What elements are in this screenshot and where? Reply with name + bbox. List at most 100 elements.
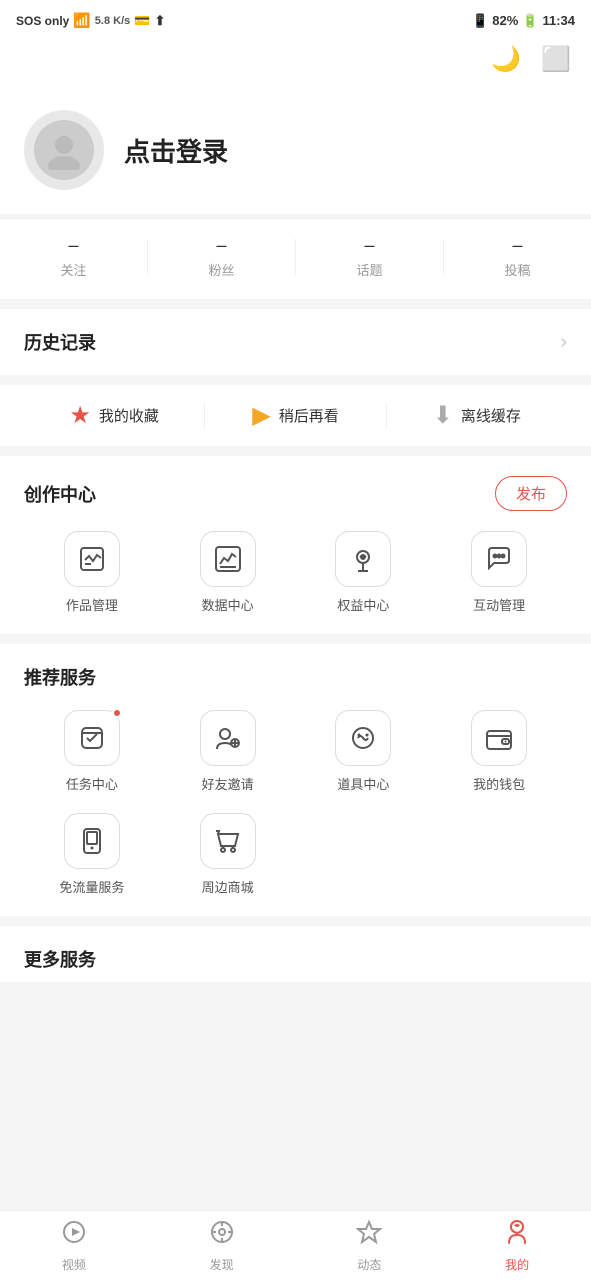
stat-topic-num: – [296,235,443,256]
night-mode-icon[interactable]: 🌙 [491,45,521,74]
task-icon [64,710,120,766]
task-badge [112,708,122,718]
traffic-label: 免流量服务 [59,877,124,896]
props-icon [335,710,391,766]
stat-post[interactable]: – 投稿 [444,235,591,279]
rights-label: 权益中心 [337,595,389,614]
more-section: 更多服务 [0,926,591,982]
traffic-icon [64,813,120,869]
service-item-invite[interactable]: 好友邀请 [160,710,296,793]
invite-label: 好友邀请 [202,774,254,793]
service-item-traffic[interactable]: 免流量服务 [24,813,160,896]
stat-follow-label: 关注 [0,260,147,279]
works-icon [64,531,120,587]
star-icon: ★ [69,401,91,430]
stat-post-label: 投稿 [444,260,591,279]
nav-video-label: 视频 [62,1256,86,1273]
task-label: 任务中心 [66,774,118,793]
creation-grid: 作品管理 数据中心 权益中心 [24,531,567,614]
status-bar: SOS only 📶 5.8 K/s 💳 ⬆ 📱 82% 🔋 11:34 [0,0,591,37]
invite-icon-wrap [200,710,256,766]
stats-section: – 关注 – 粉丝 – 话题 – 投稿 [0,218,591,299]
offline-label: 离线缓存 [461,405,521,426]
interact-icon [471,531,527,587]
nav-video-icon [61,1219,87,1252]
favorites-label: 我的收藏 [99,405,159,426]
wallet-icon-wrap [471,710,527,766]
stat-topic[interactable]: – 话题 [296,235,443,279]
scan-icon[interactable]: ⬜ [541,45,571,74]
stat-follow[interactable]: – 关注 [0,235,147,279]
sim-icon: 💳 [134,13,150,29]
battery-text: 82% [492,13,518,28]
shop-label: 周边商城 [202,877,254,896]
section-gap-4 [0,634,591,644]
section-gap-1 [0,299,591,309]
shop-icon [200,813,256,869]
nav-dynamic-label: 动态 [357,1256,381,1273]
nav-item-mine[interactable]: 我的 [443,1211,591,1280]
interact-label: 互动管理 [473,595,525,614]
creation-item-works[interactable]: 作品管理 [52,531,132,614]
rights-icon [335,531,391,587]
publish-button[interactable]: 发布 [495,476,567,511]
props-label: 道具中心 [337,774,389,793]
shop-icon-wrap [200,813,256,869]
nav-item-discover[interactable]: 发现 [148,1211,296,1280]
creation-header: 创作中心 发布 [24,476,567,511]
play-icon: ▶ [252,401,270,430]
profile-section[interactable]: 点击登录 [0,90,591,214]
stat-post-num: – [444,235,591,256]
service-item-wallet[interactable]: 我的钱包 [431,710,567,793]
avatar[interactable] [24,110,104,190]
nav-mine-label: 我的 [505,1256,529,1273]
services-grid: 任务中心 好友邀请 [24,710,567,896]
nav-discover-label: 发现 [210,1256,234,1273]
service-item-shop[interactable]: 周边商城 [160,813,296,896]
works-label: 作品管理 [66,595,118,614]
creation-item-interact[interactable]: 互动管理 [459,531,539,614]
stat-fans-label: 粉丝 [148,260,295,279]
nav-item-dynamic[interactable]: 动态 [296,1211,444,1280]
quick-link-watchlater[interactable]: ▶ 稍后再看 [205,401,385,430]
bottom-spacer [0,982,591,1062]
offline-icon: ⬇ [433,401,453,430]
status-left: SOS only 📶 5.8 K/s 💳 ⬆ [16,12,165,29]
services-title: 推荐服务 [24,668,96,688]
creation-item-data[interactable]: 数据中心 [188,531,268,614]
chevron-right-icon: › [560,331,567,354]
sos-text: SOS only [16,14,69,28]
login-text[interactable]: 点击登录 [124,132,228,169]
invite-icon [200,710,256,766]
stat-fans[interactable]: – 粉丝 [148,235,295,279]
traffic-icon-wrap [64,813,120,869]
stat-follow-num: – [0,235,147,256]
props-icon-wrap [335,710,391,766]
section-gap-5 [0,916,591,926]
watchlater-label: 稍后再看 [279,405,339,426]
quick-link-offline[interactable]: ⬇ 离线缓存 [387,401,567,430]
services-section: 推荐服务 任务中心 [0,644,591,916]
battery-icon: 🔋 [522,13,538,29]
sim2-icon: 📱 [472,13,488,29]
section-gap-3 [0,446,591,456]
nav-item-video[interactable]: 视频 [0,1211,148,1280]
wallet-label: 我的钱包 [473,774,525,793]
history-row[interactable]: 历史记录 › [0,309,591,375]
upload-icon: ⬆ [154,13,165,29]
service-item-props[interactable]: 道具中心 [296,710,432,793]
creation-item-rights[interactable]: 权益中心 [323,531,403,614]
more-title: 更多服务 [24,950,96,970]
history-title: 历史记录 [24,329,96,355]
top-actions: 🌙 ⬜ [0,37,591,90]
service-item-task[interactable]: 任务中心 [24,710,160,793]
quick-link-favorites[interactable]: ★ 我的收藏 [24,401,204,430]
signal-icon: 📶 [73,12,90,29]
stat-topic-label: 话题 [296,260,443,279]
stat-fans-num: – [148,235,295,256]
creation-title: 创作中心 [24,481,96,507]
data-label: 数据中心 [202,595,254,614]
bottom-nav: 视频 发现 动态 [0,1210,591,1280]
section-gap-2 [0,375,591,385]
nav-discover-icon [209,1219,235,1252]
